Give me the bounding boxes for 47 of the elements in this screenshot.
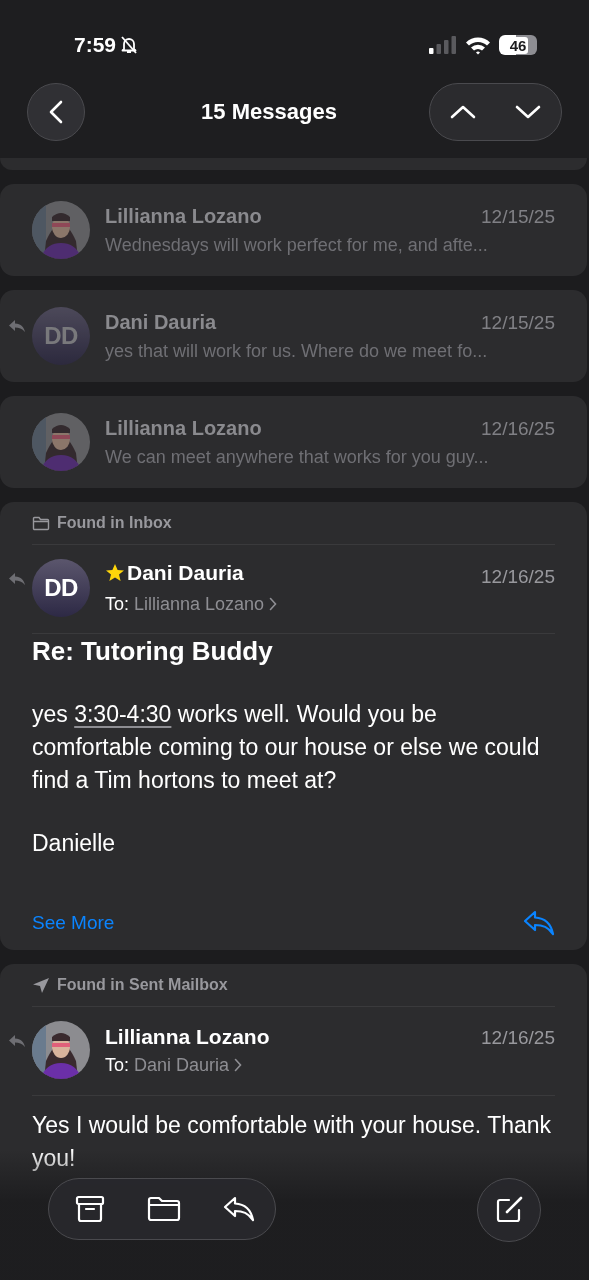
message-text: Yes I would be comfortable with your house. Thank you! (32, 1111, 553, 1173)
message-subject: Re: Tutoring Buddy (32, 635, 274, 668)
wifi-icon (465, 35, 491, 55)
folder-icon (147, 1196, 181, 1222)
reply-icon (223, 1196, 255, 1222)
message-date: 12/15/25 (481, 204, 555, 229)
message-preview: We can meet anywhere that works for you guy... (105, 445, 490, 469)
sender-name: Lillianna Lozano (105, 203, 262, 229)
message-card[interactable]: DD Dani Dauria 12/15/25 yes that will work for us. Where do we meet fo... (0, 290, 587, 382)
back-icon (49, 100, 63, 124)
recipient-link[interactable]: Dani Dauria (134, 1051, 230, 1078)
compose-icon (495, 1196, 523, 1224)
sender-name: Dani Dauria (127, 560, 244, 586)
signal-icon (429, 36, 457, 54)
nav-title: 15 Messages (201, 99, 337, 125)
sender-name: Dani Dauria (105, 309, 217, 335)
message-text: Danielle (32, 829, 117, 858)
message-date: 12/16/25 (481, 416, 555, 441)
avatar: DD (32, 559, 90, 617)
message-date: 12/16/25 (481, 1025, 555, 1050)
folder-icon (32, 515, 50, 531)
message-date: 12/16/25 (481, 565, 555, 589)
see-more-link[interactable]: See More (32, 912, 115, 934)
message-preview: yes that will work for us. Where do we meet fo... (105, 339, 489, 363)
mailbox-label: Found in Sent Mailbox (57, 976, 228, 994)
clock-time: 7:59 (74, 33, 117, 57)
chevron-down-icon (515, 105, 542, 119)
message-card[interactable]: Lillianna Lozano 12/15/25 Wednesdays will work perfect for me, and afte... (0, 184, 587, 276)
recipient-link[interactable]: Lillianna Lozano (134, 591, 265, 617)
chevron-up-icon (449, 105, 476, 119)
sender-name: Lillianna Lozano (105, 1023, 270, 1050)
mailbox-label: Found in Inbox (57, 514, 172, 532)
time-link[interactable]: 3:30-4:30 (74, 701, 172, 727)
sender-name: Lillianna Lozano (105, 415, 262, 441)
to-label: To: (105, 593, 129, 616)
avatar: DD (32, 307, 90, 365)
message-preview: Wednesdays will work perfect for me, and afte... (105, 233, 489, 257)
message-card[interactable]: Lillianna Lozano 12/16/25 We can meet anywhere that works for you guy... (0, 396, 587, 488)
archive-icon (75, 1195, 105, 1223)
chevron-right-icon (234, 1057, 243, 1072)
to-label: To: (105, 1053, 129, 1077)
paper-plane-icon (32, 976, 50, 994)
reply-icon (523, 910, 555, 936)
message-date: 12/15/25 (481, 310, 555, 335)
chevron-right-icon (269, 597, 278, 611)
battery-indicator: 46 (499, 35, 537, 55)
message-text: yes 3:30-4:30 works well. Would you be comfortable coming to our house or else we could find a Tim hortons to meet at? (32, 700, 541, 795)
